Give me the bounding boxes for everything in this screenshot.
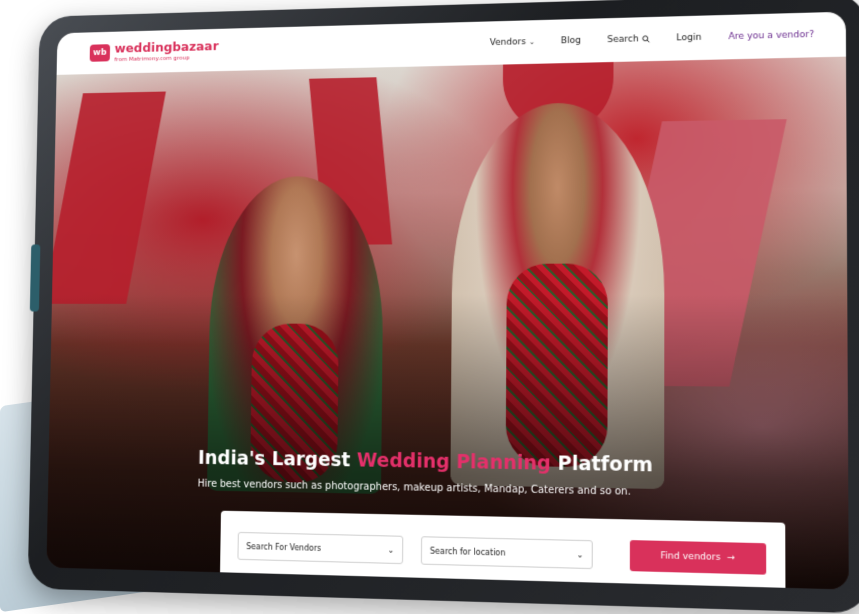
logo-tagline: from Matrimony.com group xyxy=(114,54,190,63)
location-select-value: Search for location xyxy=(429,546,506,558)
nav-search[interactable]: Search xyxy=(607,34,650,45)
hero-image: India's Largest Wedding Planning Platfor… xyxy=(46,56,849,590)
search-icon xyxy=(642,35,650,43)
vendor-type-select-value: Search For Vendors xyxy=(246,541,322,553)
logo-text: weddingbazaar from Matrimony.com group xyxy=(114,38,219,63)
nav-blog[interactable]: Blog xyxy=(561,36,581,46)
brand-logo[interactable]: wb weddingbazaar from Matrimony.com grou… xyxy=(89,38,219,63)
tablet-device: wb weddingbazaar from Matrimony.com grou… xyxy=(27,0,859,614)
tablet-screen: wb weddingbazaar from Matrimony.com grou… xyxy=(46,11,849,590)
find-vendors-button[interactable]: Find vendors → xyxy=(629,540,767,575)
chevron-down-icon: ⌄ xyxy=(576,549,584,560)
nav-search-label: Search xyxy=(607,34,639,46)
nav-are-you-a-vendor-label: Are you a vendor? xyxy=(728,29,815,43)
arrow-right-icon: → xyxy=(726,552,735,564)
headline-accent: Wedding Planning xyxy=(356,449,551,475)
nav-are-you-a-vendor[interactable]: Are you a vendor? xyxy=(728,30,814,42)
hero-gradient-overlay xyxy=(46,56,849,590)
logo-mark: wb xyxy=(89,44,111,62)
vendor-search-panel: Search For Vendors ⌄ Search for location… xyxy=(219,510,786,590)
headline-suffix: Platform xyxy=(550,452,653,477)
nav-login-label: Login xyxy=(676,32,702,44)
nav-vendors-label: Vendors xyxy=(489,37,526,49)
tablet-side-tab xyxy=(29,244,41,312)
chevron-down-icon: ⌄ xyxy=(387,545,395,555)
nav-links: Vendors ⌄ Blog Search Login Are you a ve… xyxy=(490,30,814,48)
location-select[interactable]: Search for location ⌄ xyxy=(420,536,593,570)
headline-prefix: India's Largest xyxy=(197,447,357,472)
vendor-type-select[interactable]: Search For Vendors ⌄ xyxy=(237,531,404,565)
find-vendors-label: Find vendors xyxy=(660,551,721,564)
nav-login[interactable]: Login xyxy=(676,33,701,44)
nav-blog-label: Blog xyxy=(560,35,581,47)
nav-vendors[interactable]: Vendors ⌄ xyxy=(490,37,535,48)
chevron-down-icon: ⌄ xyxy=(528,38,535,47)
logo-wordmark: weddingbazaar xyxy=(114,38,219,56)
